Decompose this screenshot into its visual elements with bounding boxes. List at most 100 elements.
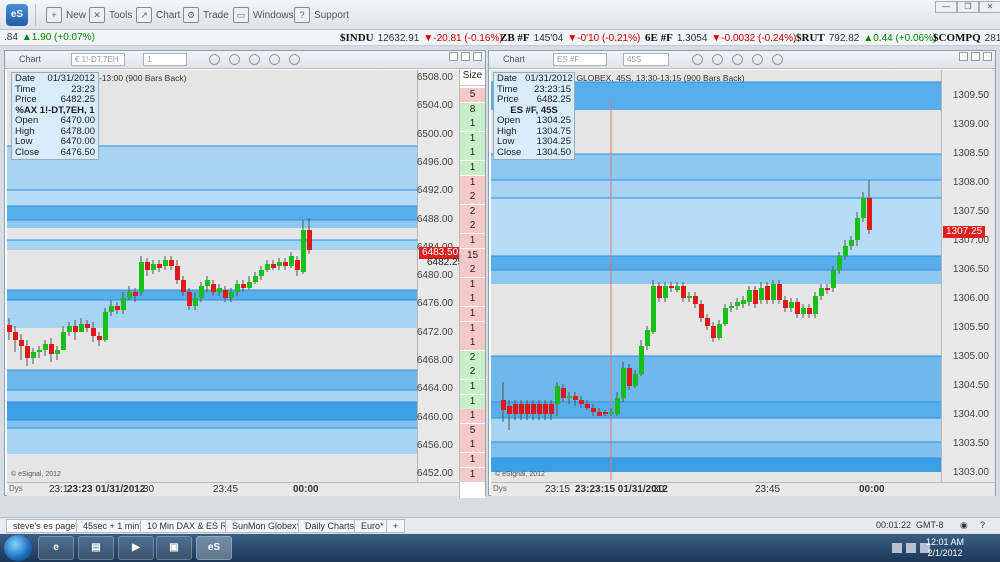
- link-icon[interactable]: [772, 54, 783, 65]
- left-price-axis[interactable]: 6508.00 6504.00 6500.00 6496.00 6492.00 6488.…: [416, 70, 463, 482]
- media-player-icon[interactable]: ▶: [118, 536, 154, 560]
- candle-up: [43, 344, 48, 350]
- candle-up: [163, 260, 168, 266]
- candle-down: [579, 400, 584, 404]
- panel-restore-icon[interactable]: [959, 52, 968, 61]
- computer-icon[interactable]: ▣: [156, 536, 192, 560]
- candle-down: [501, 400, 506, 410]
- candle-up: [301, 230, 306, 272]
- ticker-item-zb[interactable]: ZB #F 145'04 ▼-0'10 (-0.21%): [500, 32, 640, 44]
- panel-close-icon[interactable]: [983, 52, 992, 61]
- candle-down: [603, 412, 608, 414]
- candle-down: [753, 290, 758, 304]
- candle-down: [795, 302, 800, 314]
- price-tick-label: 1306.50: [952, 264, 989, 275]
- link-icon[interactable]: [289, 54, 300, 65]
- restore-icon[interactable]: ❐: [957, 1, 979, 13]
- ticker-item-6e[interactable]: 6E #F 1.3054 ▼-0.0032 (-0.24%): [645, 32, 796, 44]
- price-zone-band: [491, 458, 941, 472]
- price-zone-band: [7, 190, 417, 206]
- help-icon[interactable]: ?: [980, 520, 985, 530]
- interval-input[interactable]: 1: [143, 53, 187, 66]
- candle-down: [765, 286, 770, 300]
- windows-button[interactable]: ▭ Windows: [233, 5, 294, 25]
- price-tick-label: 1306.00: [952, 293, 989, 304]
- close-icon[interactable]: ✕: [979, 1, 1000, 13]
- price-zone-band: [7, 420, 417, 428]
- price-tick-label: 1309.50: [952, 90, 989, 101]
- candle-down: [585, 404, 590, 408]
- network-icon[interactable]: [906, 543, 916, 553]
- size-cell: 2: [460, 204, 485, 219]
- esignal-taskbar-icon[interactable]: eS: [196, 536, 232, 560]
- panel-restore-icon[interactable]: [449, 52, 458, 61]
- left-time-axis[interactable]: Dys 23:1 23:23 01/31/2012 30 23:45 00:00: [7, 482, 459, 496]
- price-tick-label: 6492.00: [416, 185, 453, 197]
- symbol-input[interactable]: ES #F: [553, 53, 607, 66]
- symbol-input[interactable]: € 1!-DT,7EH: [71, 53, 125, 66]
- price-tick-label: 1307.50: [952, 206, 989, 217]
- zoom-icon[interactable]: [229, 54, 240, 65]
- price-tick-label: 6476.00: [416, 298, 453, 310]
- tab-45sec-1min[interactable]: 45sec + 1 min*: [76, 519, 150, 533]
- tools-button[interactable]: ✕ Tools: [89, 5, 132, 25]
- candle-up: [217, 288, 222, 292]
- page-tabs-bar: steve's es page* 45sec + 1 min* 10 Min D…: [0, 517, 1000, 533]
- zoom-icon[interactable]: [712, 54, 723, 65]
- last-price-tag: 1307.25: [943, 226, 986, 238]
- candle-up: [687, 296, 692, 298]
- candle-up: [289, 256, 294, 266]
- ticker-item-rut[interactable]: $RUT 792.82 ▲0.44 (+0.06%): [796, 32, 936, 44]
- candle-up: [121, 298, 126, 310]
- ticker-item-indu[interactable]: $INDU 12632.91 ▼-20.81 (-0.16%): [340, 32, 503, 44]
- ie-icon[interactable]: e: [38, 536, 74, 560]
- size-cell: 1: [460, 307, 485, 321]
- cursor-icon[interactable]: [269, 54, 280, 65]
- right-price-axis[interactable]: 1309.50 1309.00 1308.50 1308.00 1307.50 1307.…: [941, 70, 995, 482]
- folder-icon[interactable]: ▤: [78, 536, 114, 560]
- price-zone-band: [7, 240, 417, 250]
- trade-button[interactable]: ⚙ Trade: [183, 5, 229, 25]
- candle-down: [807, 308, 812, 314]
- start-button[interactable]: [4, 535, 32, 561]
- interval-input[interactable]: 45S: [623, 53, 669, 66]
- ticker-item[interactable]: .84 ▲1.90 (+0.07%): [0, 32, 95, 43]
- tab-steves-es-page[interactable]: steve's es page*: [6, 519, 86, 533]
- draw-icon[interactable]: [209, 54, 220, 65]
- candle-up: [747, 290, 752, 302]
- candle-down: [561, 388, 566, 398]
- candle-down: [699, 304, 704, 318]
- taskbar-clock[interactable]: 12:01 AM 2/1/2012: [926, 537, 964, 559]
- candle-up: [801, 308, 806, 314]
- candle-down: [519, 404, 524, 414]
- candle-down: [307, 230, 312, 250]
- price-tick-label: 6508.00: [416, 72, 453, 83]
- tab-sunmon-globex[interactable]: SunMon Globex*: [225, 519, 308, 533]
- support-button[interactable]: ? Support: [294, 5, 349, 25]
- flag-icon[interactable]: [892, 543, 902, 553]
- new-button[interactable]: + New: [46, 5, 86, 25]
- minimize-icon[interactable]: —: [935, 1, 957, 13]
- candle-up: [741, 300, 746, 304]
- candle-up: [555, 386, 560, 404]
- price-tick-label: 6464.00: [416, 383, 453, 395]
- price-zone-band: [7, 390, 417, 402]
- price-tick-label: 1304.00: [952, 409, 989, 420]
- panel-close-icon[interactable]: [473, 52, 482, 61]
- chart-button[interactable]: ↗ Chart: [136, 5, 180, 25]
- candle-up: [861, 198, 866, 218]
- draw-icon[interactable]: [692, 54, 703, 65]
- settings-icon[interactable]: [249, 54, 260, 65]
- candle-down: [543, 404, 548, 414]
- cursor-icon[interactable]: [752, 54, 763, 65]
- candle-up: [193, 298, 198, 306]
- chart-info-line: IRES - GLOBEX, 45S, 13:30-13:15 (900 Bar…: [549, 73, 745, 83]
- app-logo-icon[interactable]: eS: [6, 4, 28, 26]
- right-time-axis[interactable]: Dys 23:15 23:23:15 01/31/2012 30 23:45 0…: [491, 482, 995, 496]
- candle-down: [549, 404, 554, 414]
- ticker-item-compq[interactable]: $COMPQ2813: [933, 32, 1000, 44]
- panel-maximize-icon[interactable]: [461, 52, 470, 61]
- add-tab-button[interactable]: +: [386, 519, 406, 533]
- settings-icon[interactable]: [732, 54, 743, 65]
- panel-maximize-icon[interactable]: [971, 52, 980, 61]
